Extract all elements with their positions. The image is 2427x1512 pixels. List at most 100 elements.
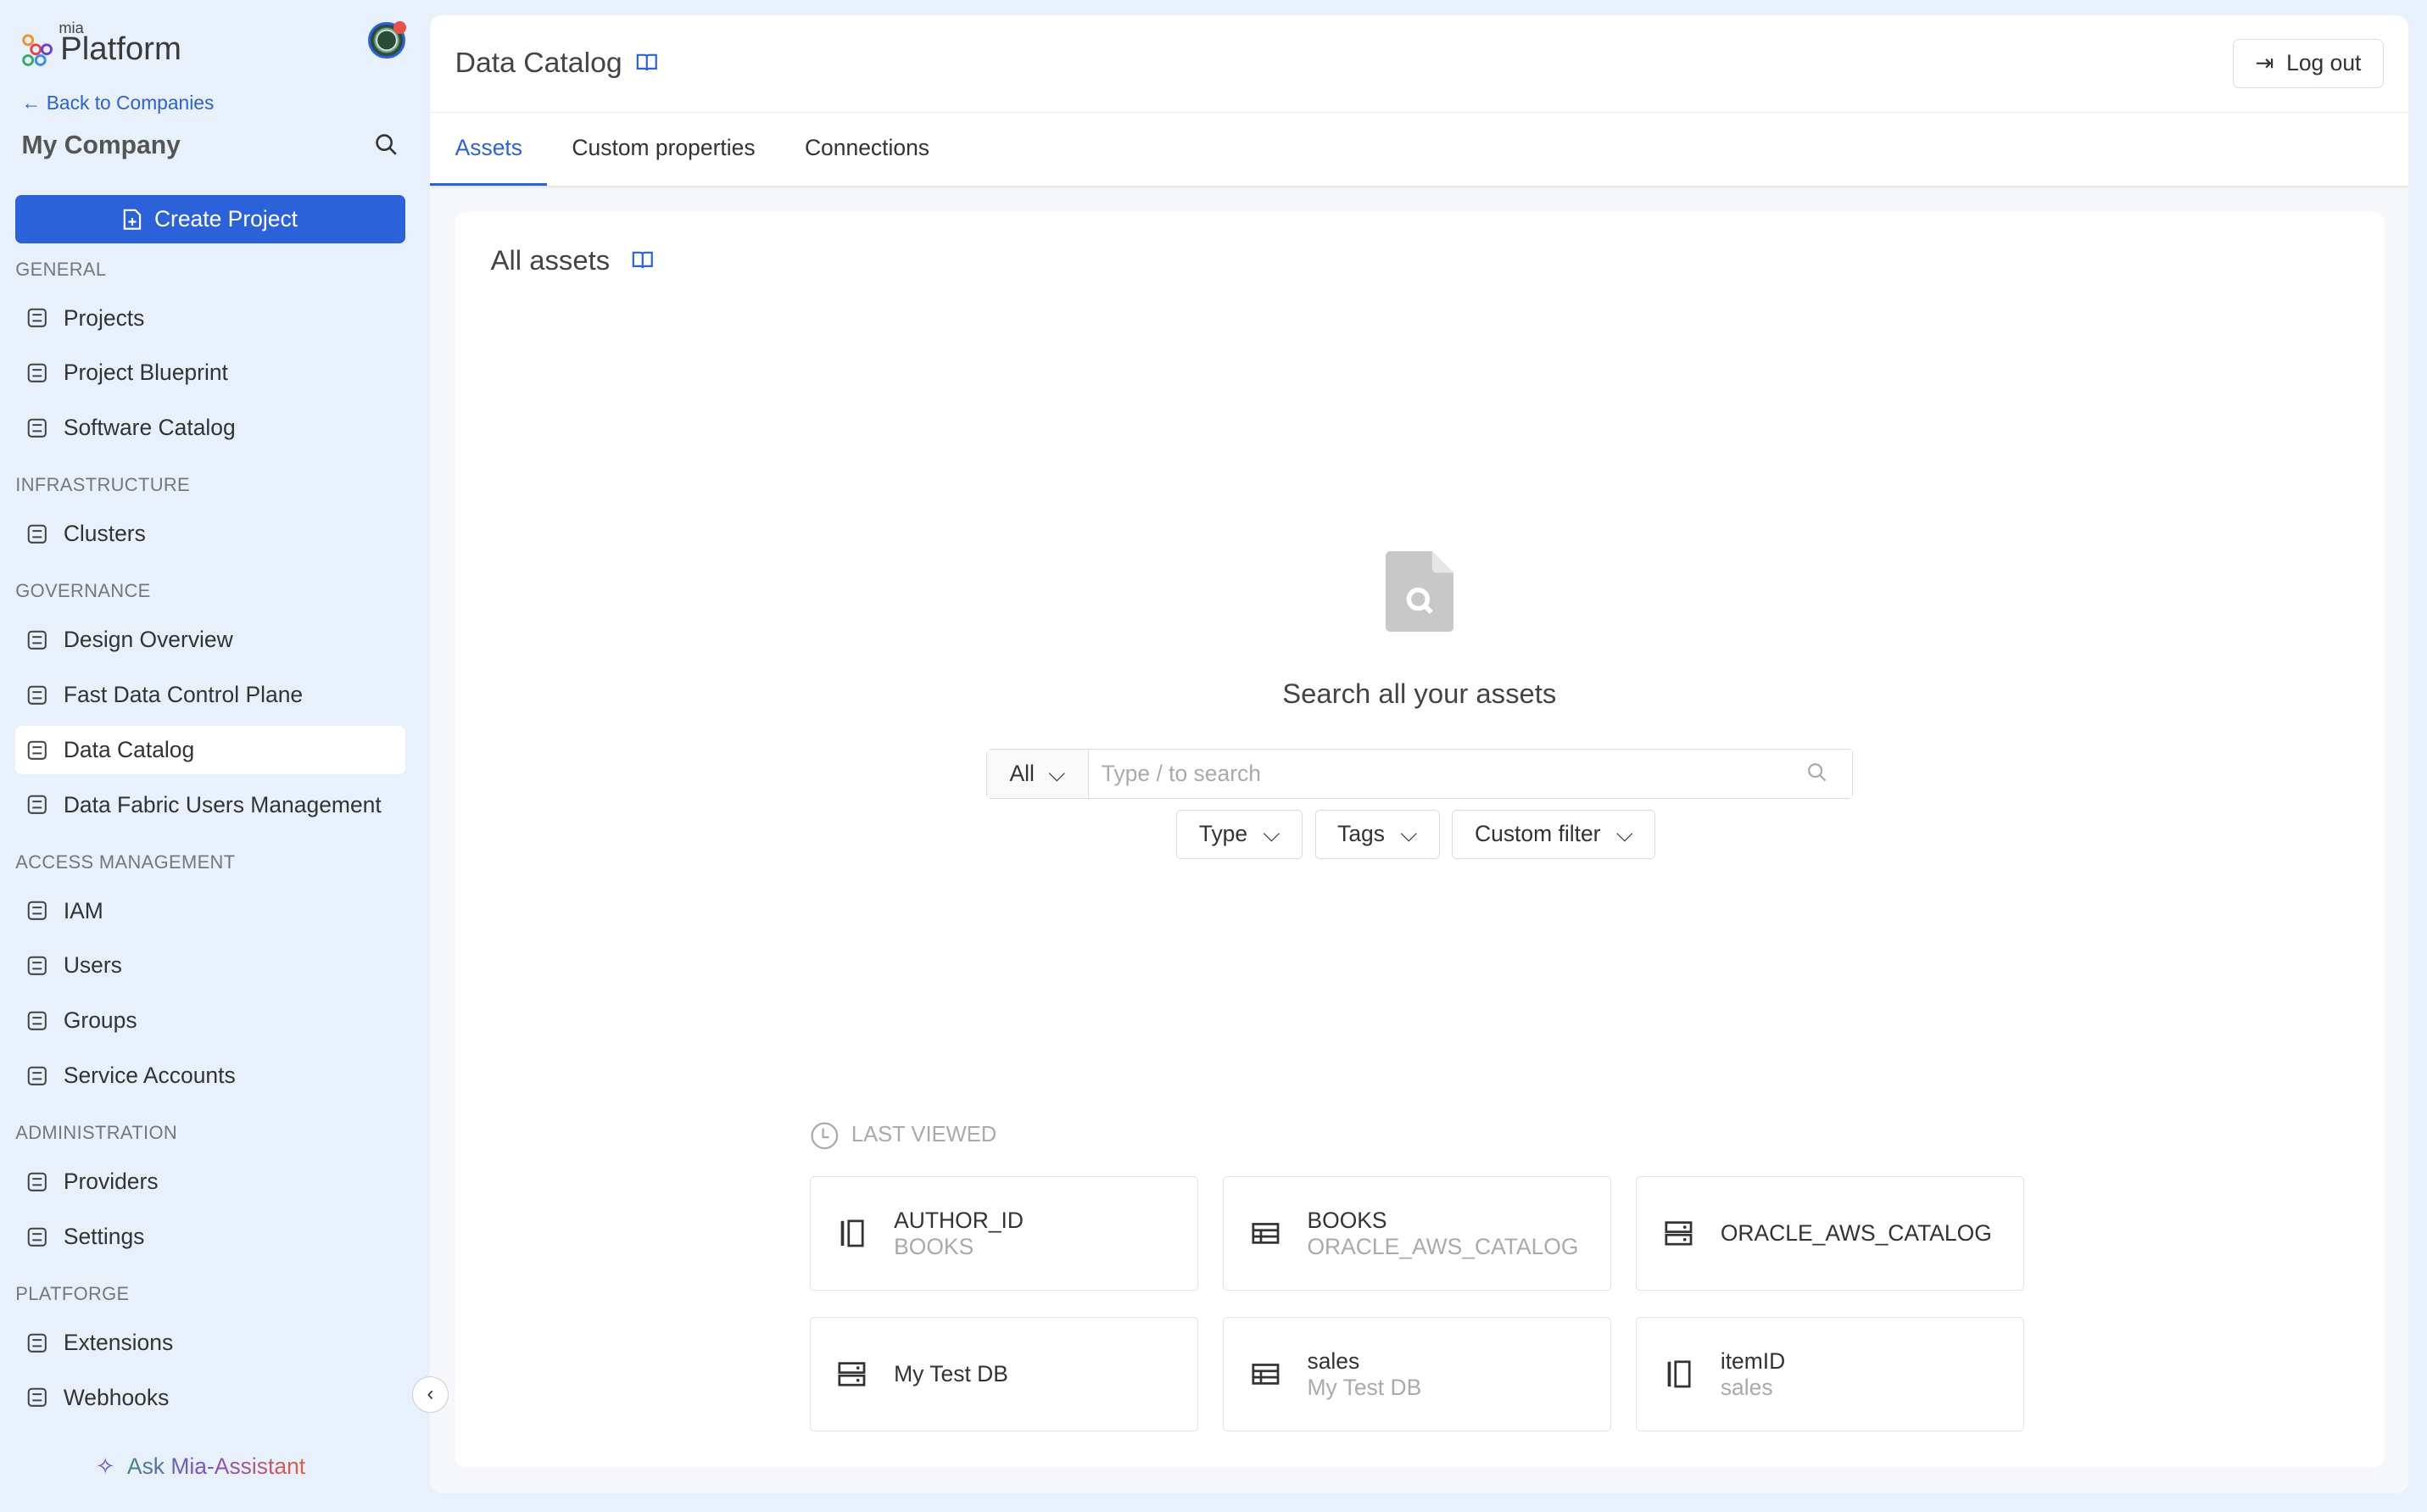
- section-header: PLATFORGE: [15, 1283, 130, 1305]
- filter-label: Tags: [1337, 821, 1385, 847]
- book-icon[interactable]: [636, 53, 658, 72]
- column-icon: [841, 1219, 865, 1247]
- tab-custom-properties[interactable]: Custom properties: [547, 113, 780, 186]
- create-project-button[interactable]: Create Project: [15, 194, 406, 243]
- asset-name: My Test DB: [894, 1361, 1008, 1387]
- sidebar-item-label: Data Fabric Users Management: [63, 791, 382, 817]
- sidebar-item-label: Service Accounts: [63, 1063, 236, 1089]
- sidebar-item-service-accounts[interactable]: Service Accounts: [15, 1052, 405, 1100]
- logo-small: mia: [59, 18, 84, 36]
- scope-select[interactable]: All ⌵: [986, 750, 1090, 798]
- asset-card[interactable]: My Test DB: [809, 1317, 1198, 1432]
- section-header: ADMINISTRATION: [15, 1122, 178, 1144]
- column-icon: [1667, 1360, 1691, 1388]
- presentation-icon: [27, 630, 47, 650]
- logout-button[interactable]: ⇥ Log out: [2232, 38, 2384, 89]
- section-header: INFRASTRUCTURE: [15, 474, 191, 496]
- blueprint-icon: [27, 363, 47, 382]
- asset-card[interactable]: AUTHOR_ID BOOKS: [809, 1176, 1198, 1292]
- sidebar-item-extensions[interactable]: Extensions: [15, 1319, 405, 1367]
- sidebar-item-label: Design Overview: [63, 627, 233, 653]
- sidebar-item-fast-data-control-plane[interactable]: Fast Data Control Plane: [15, 671, 405, 719]
- chevron-down-icon: ⌵: [1263, 820, 1280, 846]
- asset-parent: sales: [1720, 1374, 1773, 1400]
- sidebar-item-design-overview[interactable]: Design Overview: [15, 616, 405, 664]
- sidebar-item-software-catalog[interactable]: Software Catalog: [15, 404, 405, 452]
- gear-icon: [27, 1227, 47, 1247]
- sidebar-item-label: Providers: [63, 1169, 159, 1195]
- filter-type[interactable]: Type ⌵: [1176, 809, 1303, 860]
- sparkle-icon: ✧: [96, 1453, 115, 1479]
- asset-card[interactable]: itemID sales: [1636, 1317, 2025, 1432]
- cart-icon: [27, 418, 47, 438]
- table-icon: [1252, 1364, 1280, 1386]
- sidebar-item-label: Webhooks: [63, 1384, 170, 1410]
- search-icon[interactable]: [1807, 762, 1827, 783]
- ask-label: Ask Mia-Assistant: [126, 1453, 306, 1479]
- sidebar-item-label: Clusters: [63, 521, 146, 547]
- empty-state-text: Search all your assets: [1282, 678, 1557, 710]
- sidebar-item-label: Software Catalog: [63, 415, 236, 441]
- company-name: My Company: [21, 131, 181, 160]
- ask-mia-assistant-button[interactable]: ✧ Ask Mia-Assistant: [96, 1453, 305, 1480]
- sidebar-item-providers[interactable]: Providers: [15, 1158, 405, 1206]
- database-icon: [1665, 1221, 1693, 1246]
- project-icon: [27, 309, 47, 328]
- file-search-icon: [1385, 550, 1453, 632]
- groups-icon: [27, 1011, 47, 1030]
- asset-parent: My Test DB: [1307, 1374, 1422, 1400]
- iam-icon: [27, 901, 47, 921]
- sidebar-item-data-catalog[interactable]: Data Catalog: [15, 726, 406, 774]
- asset-name: ORACLE_AWS_CATALOG: [1720, 1220, 1992, 1247]
- table-icon: [1252, 1223, 1280, 1245]
- create-project-label: Create Project: [153, 205, 298, 232]
- chevron-down-icon: ⌵: [1400, 820, 1418, 846]
- sidebar-item-clusters[interactable]: Clusters: [15, 510, 405, 558]
- asset-card[interactable]: ORACLE_AWS_CATALOG: [1636, 1176, 2025, 1292]
- extensions-icon: [27, 1333, 47, 1353]
- sidebar-item-users[interactable]: Users: [15, 942, 405, 990]
- sidebar-item-webhooks[interactable]: Webhooks: [15, 1374, 405, 1422]
- asset-name: itemID: [1720, 1347, 1786, 1374]
- sidebar-item-label: Projects: [63, 304, 145, 331]
- scope-value: All: [1009, 761, 1035, 787]
- sidebar-item-label: Data Catalog: [63, 736, 195, 762]
- mia-platform-logo[interactable]: mia Platform: [20, 19, 181, 69]
- asset-card[interactable]: sales My Test DB: [1222, 1317, 1612, 1432]
- section-header: ACCESS MANAGEMENT: [15, 851, 236, 873]
- database-icon: [838, 1362, 866, 1386]
- server-icon: [27, 524, 47, 544]
- asset-card[interactable]: BOOKS ORACLE_AWS_CATALOG: [1222, 1176, 1612, 1292]
- search-icon[interactable]: [375, 133, 398, 156]
- asset-name: sales: [1307, 1347, 1360, 1374]
- section-header: GENERAL: [15, 258, 107, 280]
- book-icon[interactable]: [632, 251, 654, 270]
- arrow-left-icon: ←: [21, 91, 47, 114]
- filter-custom-filter[interactable]: Custom filter ⌵: [1452, 809, 1656, 860]
- assets-panel: All assets Search all your assets All ⌵ T…: [455, 212, 2384, 1468]
- logout-label: Log out: [2286, 50, 2362, 76]
- tab-connections[interactable]: Connections: [780, 113, 954, 186]
- sidebar-item-iam[interactable]: IAM: [15, 887, 405, 935]
- sidebar-item-projects[interactable]: Projects: [15, 294, 405, 343]
- filter-label: Type: [1198, 821, 1248, 847]
- sidebar-item-project-blueprint[interactable]: Project Blueprint: [15, 349, 405, 398]
- tab-assets[interactable]: Assets: [430, 113, 548, 187]
- sidebar-item-settings[interactable]: Settings: [15, 1213, 405, 1261]
- chevron-down-icon: ⌵: [1615, 820, 1633, 846]
- search-input[interactable]: [1089, 750, 1852, 798]
- back-to-companies-link[interactable]: ← Back to Companies: [22, 92, 215, 114]
- section-header: GOVERNANCE: [15, 580, 151, 602]
- notification-dot: [393, 20, 406, 34]
- globe-icon: [27, 740, 47, 760]
- sidebar-item-data-fabric-users-management[interactable]: Data Fabric Users Management: [15, 781, 405, 829]
- sidebar-item-label: Fast Data Control Plane: [63, 682, 304, 708]
- globe-icon: [27, 795, 47, 815]
- sidebar-item-groups[interactable]: Groups: [15, 996, 405, 1045]
- filter-label: Custom filter: [1475, 821, 1601, 847]
- page-header: Data Catalog ⇥ Log out: [430, 15, 2409, 114]
- avatar[interactable]: [368, 20, 406, 59]
- filter-tags[interactable]: Tags ⌵: [1314, 809, 1440, 860]
- chevron-down-icon: ⌵: [1048, 760, 1066, 786]
- sidebar-item-label: Settings: [63, 1223, 145, 1249]
